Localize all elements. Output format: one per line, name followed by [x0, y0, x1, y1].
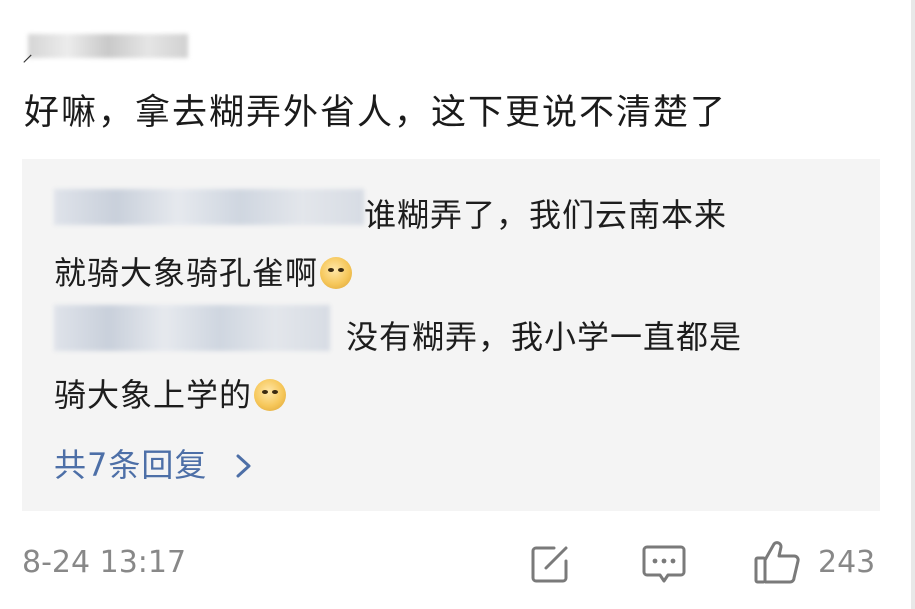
reply-author-blurred[interactable]	[54, 305, 330, 351]
scroll-edge-divider	[911, 0, 915, 609]
doge-emoji-icon	[254, 379, 287, 411]
edit-share-icon	[531, 546, 568, 583]
reply-2-text: 骑大象上学的	[54, 376, 253, 414]
share-button[interactable]	[528, 542, 572, 590]
thumbs-up-icon	[754, 541, 800, 584]
doge-emoji-icon	[320, 257, 353, 289]
reply-1-line-2: 就骑大象骑孔雀啊	[54, 248, 353, 294]
chevron-right-icon	[236, 454, 251, 478]
more-replies-label: 共7条回复	[54, 446, 208, 484]
author-mark: ⸝	[22, 42, 34, 67]
reply-author-blurred[interactable]	[54, 189, 364, 225]
like-button[interactable]	[752, 538, 802, 590]
comment-bubble-icon	[642, 545, 686, 583]
reply-2-line-2: 骑大象上学的	[54, 370, 287, 416]
reply-1-text: 就骑大象骑孔雀啊	[54, 254, 319, 292]
comment-button[interactable]	[641, 542, 687, 590]
comment-timestamp: 8-24 13:17	[22, 545, 187, 580]
like-count: 243	[818, 545, 876, 580]
reply-2-line-1: 没有糊弄，我小学一直都是	[346, 318, 743, 356]
more-replies-link[interactable]: 共7条回复	[54, 440, 255, 486]
author-name-blurred[interactable]	[28, 34, 188, 58]
reply-1-line-1: 谁糊弄了，我们云南本来	[364, 196, 728, 234]
comment-text: 好嘛，拿去糊弄外省人，这下更说不清楚了	[24, 93, 728, 133]
